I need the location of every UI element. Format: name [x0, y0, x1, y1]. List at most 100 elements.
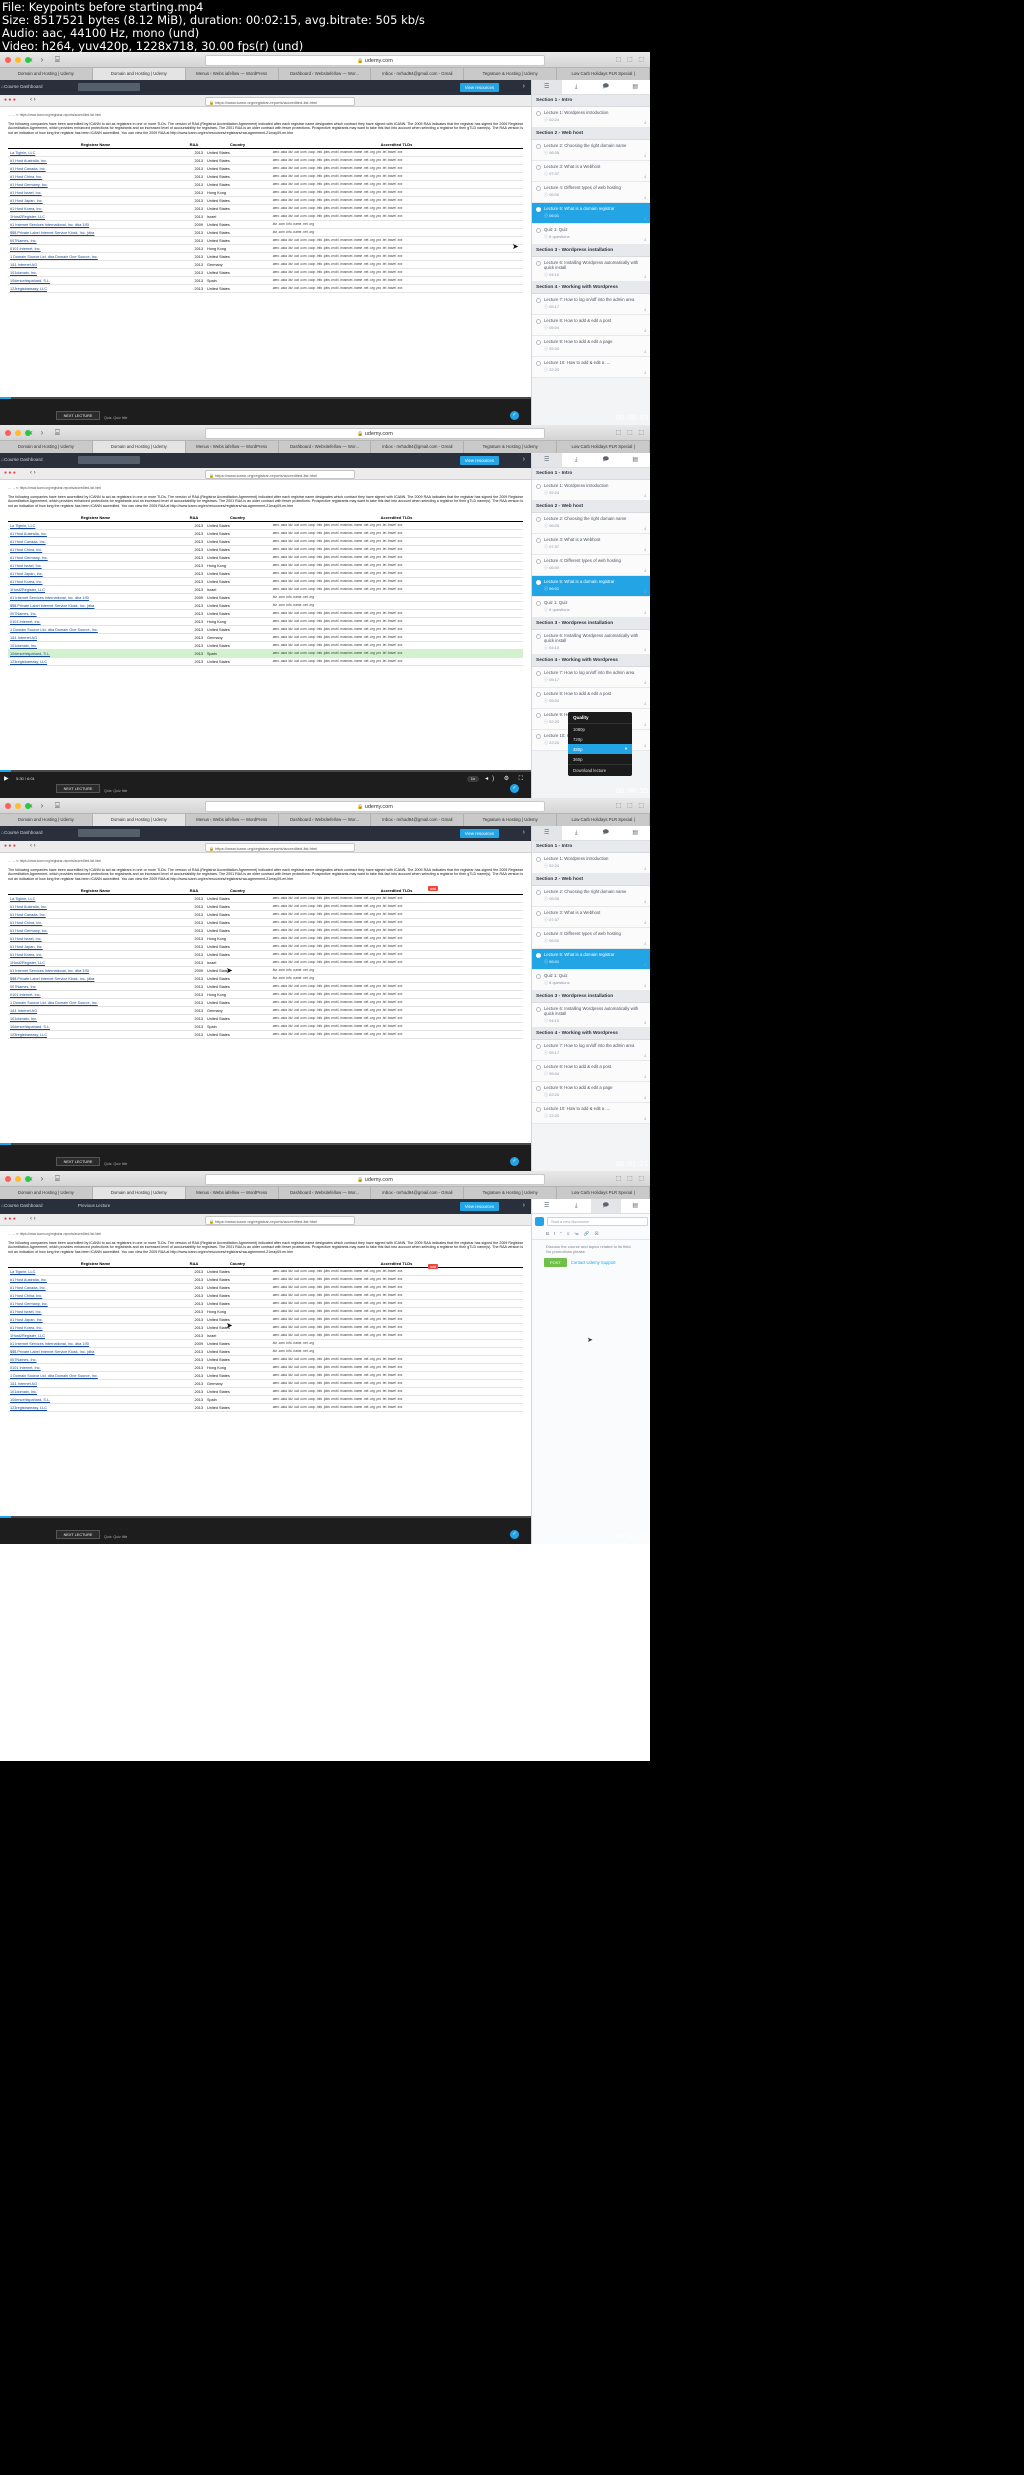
- download-icon[interactable]: ⤓: [644, 898, 646, 903]
- mark-complete-button[interactable]: ✓: [510, 1157, 519, 1166]
- inner-window-controls[interactable]: ● ● ●: [4, 97, 16, 103]
- next-lecture-arrow-icon[interactable]: ›: [523, 1202, 525, 1209]
- window-controls[interactable]: [5, 430, 31, 436]
- table-row[interactable]: $$$ Private Label Internet Service Kiosk…: [8, 974, 523, 984]
- table-row[interactable]: 1Host2Register, LLC 2013 Israel .aero .asia…: [8, 212, 523, 222]
- registrar-name-link[interactable]: La Tiginie, LLC: [8, 1267, 183, 1277]
- registrar-name-link[interactable]: #1 Host Australia, Inc.: [8, 1275, 183, 1285]
- registrar-name-link[interactable]: #1 Host China, Inc.: [8, 545, 183, 555]
- download-icon[interactable]: ⤓: [644, 679, 646, 684]
- download-icon[interactable]: ⤓: [644, 369, 646, 374]
- registrar-name-link[interactable]: 007Names, Inc.: [8, 236, 183, 246]
- table-row[interactable]: #1 Internet Services International, Inc.…: [8, 1339, 523, 1349]
- breadcrumb[interactable]: ⌂ Course Dashboard: [1, 830, 43, 836]
- browser-tab[interactable]: Domain and Hosting | Udemy: [0, 814, 93, 826]
- lecture-item[interactable]: Lecture 4: Different types of web hostin…: [532, 182, 650, 203]
- lecture-item[interactable]: Lecture 2: Choosing the right domain nam…: [532, 886, 650, 907]
- sidebar-tab-notes-icon[interactable]: ▤: [621, 826, 651, 840]
- registrar-name-link[interactable]: 123registrareasy, LLC: [8, 1030, 183, 1040]
- registrar-name-link[interactable]: 1&1 Internet AG: [8, 1006, 183, 1016]
- table-row[interactable]: #1 Host Korea, Inc. 2013 United States .aer…: [8, 1323, 523, 1333]
- inner-nav-buttons[interactable]: ‹ ›: [30, 470, 36, 476]
- registrar-name-link[interactable]: 10dencehispahard, S.L.: [8, 649, 183, 659]
- format-icon-5[interactable]: 🔗: [584, 1231, 590, 1237]
- registrar-name-link[interactable]: #1 Host Germany, Inc.: [8, 926, 183, 936]
- table-row[interactable]: #1 Host Australia, Inc. 2013 United States…: [8, 529, 523, 539]
- browser-tab[interactable]: Menus ‹ Webs iafellow — WordPress: [185, 1187, 279, 1199]
- registrar-name-link[interactable]: #1 Host Canada, Inc.: [8, 164, 183, 174]
- forward-icon[interactable]: ›: [41, 801, 44, 810]
- registrar-name-link[interactable]: #1 Host Canada, Inc.: [8, 1283, 183, 1293]
- table-row[interactable]: #1 Internet Services International, Inc.…: [8, 966, 523, 976]
- registrar-name-link[interactable]: 123registrareasy, LLC: [8, 284, 183, 294]
- sidebar-tab-discussion-icon[interactable]: 🗩: [591, 826, 621, 840]
- registrar-name-link[interactable]: 007Names, Inc.: [8, 982, 183, 992]
- lecture-item[interactable]: Lecture 7: How to log on/off into the ad…: [532, 294, 650, 316]
- download-icon[interactable]: ⤓: [644, 1115, 646, 1120]
- registrar-name-link[interactable]: 0101 Internet, Inc.: [8, 1363, 183, 1373]
- download-icon[interactable]: ⤓: [644, 982, 646, 987]
- format-icon-1[interactable]: I: [554, 1231, 555, 1237]
- back-icon[interactable]: ‹: [30, 801, 33, 810]
- registrar-name-link[interactable]: #1 Host China, Inc.: [8, 1291, 183, 1301]
- browser-tab[interactable]: Domain and Hosting | Udemy: [0, 68, 93, 80]
- table-row[interactable]: #1 Host Israel, Inc. 2013 Hong Kong .aero .…: [8, 934, 523, 944]
- format-icon-0[interactable]: B: [546, 1231, 549, 1237]
- table-row[interactable]: #1 Host Israel, Inc. 2013 Hong Kong .aero .…: [8, 1307, 523, 1317]
- download-icon[interactable]: ⤓: [644, 194, 646, 199]
- sidebar-tab-list-icon[interactable]: ☰: [532, 826, 562, 840]
- format-icon-3[interactable]: ≡: [567, 1231, 570, 1237]
- registrar-name-link[interactable]: $$$ Private Label Internet Service Kiosk…: [8, 601, 183, 611]
- table-row[interactable]: 0101 Internet, Inc. 2013 Hong Kong .aero .a…: [8, 1363, 523, 1373]
- lecture-item[interactable]: Lecture 5: What is a domain registrar ⓘ 0…: [532, 949, 650, 970]
- download-icon[interactable]: ⤓: [644, 119, 646, 124]
- sidebar-tab-download-icon[interactable]: ⤓: [562, 453, 592, 467]
- registrar-name-link[interactable]: 1Host2Register, LLC: [8, 1331, 183, 1341]
- registrar-name-link[interactable]: #1 Host Korea, Inc.: [8, 204, 183, 214]
- lecture-item[interactable]: Lecture 6: Installing Wordpress automati…: [532, 257, 650, 283]
- sidebar-tab-list-icon[interactable]: ☰: [532, 1199, 562, 1213]
- registrar-name-link[interactable]: #1 Host Japan, Inc.: [8, 569, 183, 579]
- sidebar-toggle-icon[interactable]: ⌸: [55, 1174, 60, 1184]
- table-row[interactable]: $$$ Private Label Internet Service Kiosk…: [8, 228, 523, 238]
- registrar-name-link[interactable]: 0101 Internet, Inc.: [8, 990, 183, 1000]
- lecture-item[interactable]: Lecture 4: Different types of web hostin…: [532, 555, 650, 576]
- table-row[interactable]: #1 Host Canada, Inc. 2013 United States .ae…: [8, 910, 523, 920]
- table-row[interactable]: #1 Host Germany, Inc. 2013 United States .a…: [8, 1299, 523, 1309]
- table-row[interactable]: 1Host2Register, LLC 2013 Israel .aero .asia…: [8, 958, 523, 968]
- sidebar-tab-download-icon[interactable]: ⤓: [562, 1199, 592, 1213]
- registrar-name-link[interactable]: #1 Host Japan, Inc.: [8, 942, 183, 952]
- inner-window-controls[interactable]: ● ● ●: [4, 1216, 16, 1222]
- download-icon[interactable]: ⤓: [644, 173, 646, 178]
- table-row[interactable]: 123registrareasy, LLC 2013 United States .a…: [8, 1030, 523, 1040]
- browser-tab[interactable]: Low Carb Holidays PLR Special |: [557, 441, 650, 453]
- registrar-name-link[interactable]: 123registrareasy, LLC: [8, 657, 183, 667]
- download-icon[interactable]: ⤓: [644, 919, 646, 924]
- post-button[interactable]: POST: [544, 1258, 567, 1267]
- window-controls[interactable]: [5, 1176, 31, 1182]
- breadcrumb[interactable]: ⌂ Course Dashboard: [1, 84, 43, 90]
- format-icon-2[interactable]: “: [560, 1231, 562, 1237]
- next-lecture-arrow-icon[interactable]: ›: [523, 829, 525, 836]
- download-lecture-option[interactable]: Download lecture: [568, 764, 632, 776]
- browser-tab[interactable]: Dashboard ‹ Websitefellow — Wor...: [278, 68, 372, 80]
- table-row[interactable]: 1 Domain Source Ltd. dba Domain One Sour…: [8, 252, 523, 262]
- registrar-name-link[interactable]: #1 Host Canada, Inc.: [8, 537, 183, 547]
- next-lecture-button[interactable]: NEXT LECTURE: [56, 784, 100, 793]
- registrar-name-link[interactable]: 101domain, Inc.: [8, 641, 183, 651]
- registrar-name-link[interactable]: #1 Host Australia, Inc.: [8, 529, 183, 539]
- sidebar-tab-discussion-icon[interactable]: 🗩: [591, 1199, 621, 1213]
- table-row[interactable]: #1 Host Germany, Inc. 2013 United States .a…: [8, 553, 523, 563]
- inner-nav-buttons[interactable]: ‹ ›: [30, 1216, 36, 1222]
- window-controls[interactable]: [5, 803, 31, 809]
- contact-support-link[interactable]: Contact Udemy Support: [571, 1260, 616, 1265]
- lecture-item[interactable]: Lecture 5: What is a domain registrar ⓘ 0…: [532, 576, 650, 597]
- registrar-name-link[interactable]: 0101 Internet, Inc.: [8, 244, 183, 254]
- browser-tab[interactable]: Tegrature & Hosting | Udemy: [464, 441, 558, 453]
- browser-tab[interactable]: Menus ‹ Webs iafellow — WordPress: [185, 441, 279, 453]
- play-pause-button[interactable]: ▶: [4, 775, 9, 782]
- download-icon[interactable]: ⤓: [644, 940, 646, 945]
- browser-nav-buttons[interactable]: ‹ ›: [30, 1174, 43, 1183]
- breadcrumb[interactable]: ⌂ Course Dashboard: [1, 457, 43, 463]
- download-icon[interactable]: ⤓: [644, 215, 646, 220]
